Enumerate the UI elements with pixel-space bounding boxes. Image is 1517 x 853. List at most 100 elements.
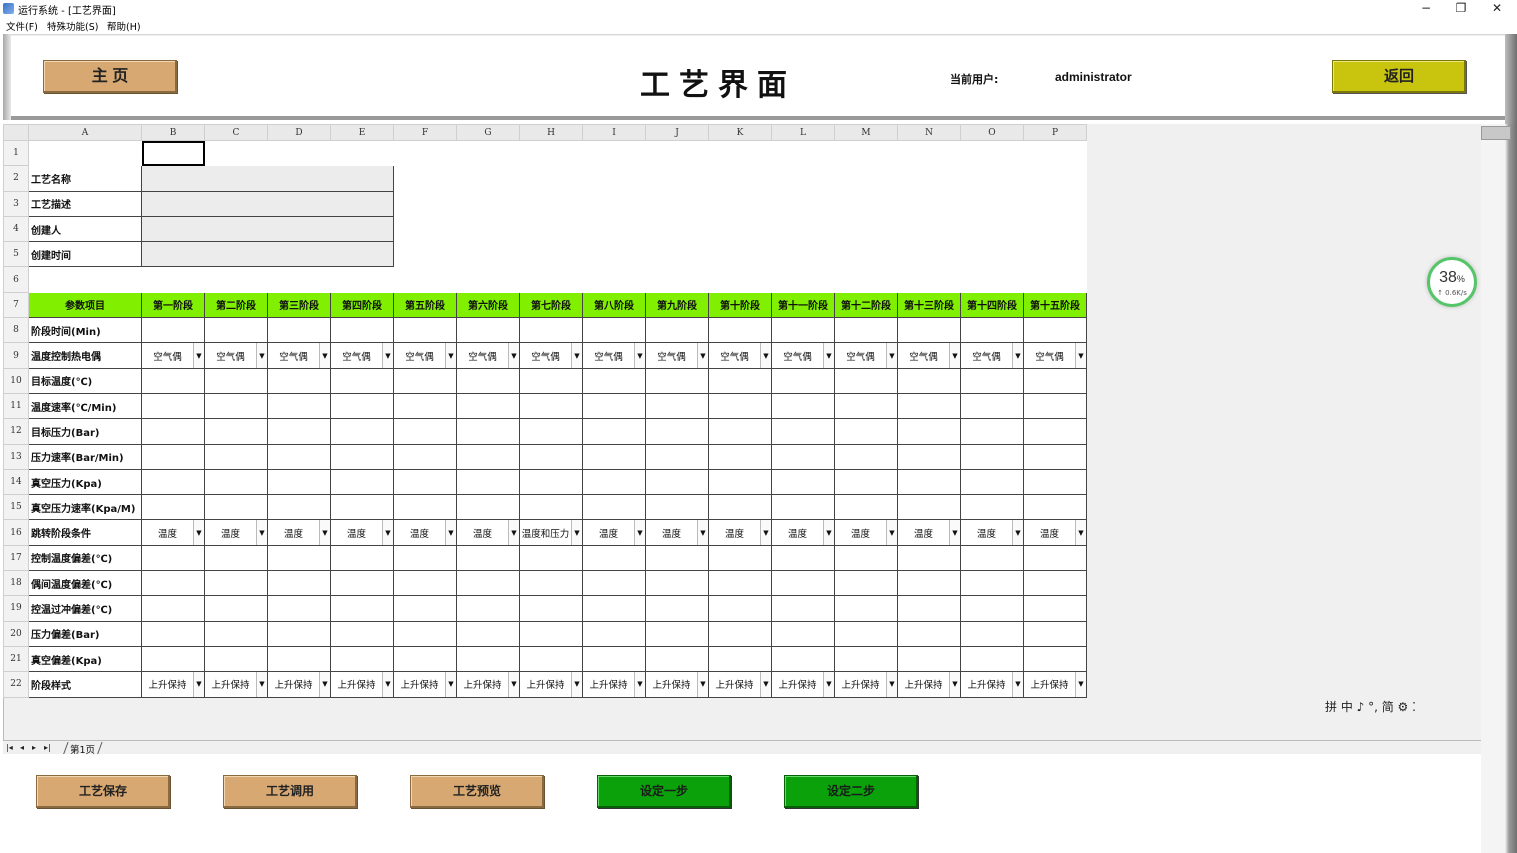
dropdown-arrow-icon[interactable]: ▼	[886, 520, 897, 545]
cell[interactable]	[330, 266, 394, 293]
dropdown[interactable]: 温度 ▼	[584, 520, 645, 545]
param-dropdown[interactable]: 上升保持 ▼	[141, 671, 205, 698]
dropdown[interactable]: 上升保持 ▼	[269, 672, 330, 697]
row-header[interactable]: 3	[3, 190, 29, 217]
cell[interactable]	[582, 241, 646, 267]
param-dropdown[interactable]: 空气偶 ▼	[519, 342, 583, 369]
param-cell[interactable]	[456, 620, 520, 647]
cell[interactable]	[393, 140, 457, 166]
column-header-a[interactable]: A	[28, 124, 142, 141]
param-cell[interactable]	[771, 620, 835, 647]
cell[interactable]	[708, 266, 772, 293]
param-cell[interactable]	[1023, 317, 1087, 344]
param-dropdown[interactable]: 空气偶 ▼	[1023, 342, 1087, 369]
param-cell[interactable]	[834, 494, 898, 521]
save-process-button[interactable]: 工艺保存	[36, 775, 170, 808]
param-cell[interactable]	[1023, 544, 1087, 572]
param-cell[interactable]	[141, 620, 205, 647]
info-input[interactable]	[141, 215, 394, 243]
param-dropdown[interactable]: 上升保持 ▼	[267, 671, 331, 698]
row-header[interactable]: 18	[3, 570, 29, 597]
cell[interactable]	[456, 191, 520, 217]
dropdown-arrow-icon[interactable]: ▼	[697, 343, 708, 368]
param-cell[interactable]	[708, 317, 772, 344]
cell[interactable]	[1023, 266, 1087, 293]
column-header-n[interactable]: N	[897, 124, 961, 141]
param-dropdown[interactable]: 空气偶 ▼	[267, 342, 331, 369]
cell[interactable]	[960, 191, 1024, 217]
param-dropdown[interactable]: 空气偶 ▼	[897, 342, 961, 369]
param-cell[interactable]	[267, 544, 331, 572]
param-cell[interactable]	[519, 544, 583, 572]
param-cell[interactable]	[519, 367, 583, 394]
dropdown[interactable]: 空气偶 ▼	[584, 343, 645, 368]
cell[interactable]	[1023, 191, 1087, 217]
param-cell[interactable]	[708, 443, 772, 470]
param-cell[interactable]	[582, 443, 646, 470]
row-header[interactable]: 16	[3, 519, 29, 546]
cell[interactable]	[456, 216, 520, 242]
param-cell[interactable]	[708, 418, 772, 445]
param-cell[interactable]	[897, 317, 961, 344]
param-dropdown[interactable]: 上升保持 ▼	[771, 671, 835, 698]
dropdown[interactable]: 上升保持 ▼	[521, 672, 582, 697]
param-dropdown[interactable]: 空气偶 ▼	[141, 342, 205, 369]
dropdown-arrow-icon[interactable]: ▼	[697, 520, 708, 545]
selected-cell[interactable]	[141, 139, 205, 167]
dropdown-arrow-icon[interactable]: ▼	[823, 672, 834, 697]
param-cell[interactable]	[519, 645, 583, 673]
cell[interactable]	[267, 140, 331, 166]
cell[interactable]	[582, 165, 646, 192]
dropdown[interactable]: 空气偶 ▼	[1025, 343, 1086, 368]
param-cell[interactable]	[330, 494, 394, 521]
param-cell[interactable]	[897, 494, 961, 521]
cell[interactable]	[28, 266, 142, 293]
cell[interactable]	[1023, 241, 1087, 267]
dropdown[interactable]: 温度 ▼	[1025, 520, 1086, 545]
home-button[interactable]: 主 页	[43, 60, 177, 93]
cell[interactable]	[834, 140, 898, 166]
close-button[interactable]: ✕	[1479, 0, 1515, 17]
cell[interactable]	[519, 266, 583, 293]
param-dropdown[interactable]: 温度 ▼	[960, 519, 1024, 546]
info-input[interactable]	[141, 165, 394, 192]
param-dropdown[interactable]: 温度 ▼	[582, 519, 646, 546]
param-cell[interactable]	[960, 544, 1024, 572]
cell[interactable]	[645, 165, 709, 192]
param-cell[interactable]	[1023, 620, 1087, 647]
param-cell[interactable]	[1023, 443, 1087, 470]
cell[interactable]	[708, 191, 772, 217]
param-cell[interactable]	[141, 317, 205, 344]
column-header-f[interactable]: F	[393, 124, 457, 141]
cell[interactable]	[960, 140, 1024, 166]
row-header[interactable]: 17	[3, 544, 29, 572]
param-cell[interactable]	[834, 595, 898, 622]
column-header-m[interactable]: M	[834, 124, 898, 141]
param-cell[interactable]	[393, 468, 457, 496]
param-cell[interactable]	[897, 392, 961, 420]
row-header[interactable]: 21	[3, 645, 29, 673]
dropdown[interactable]: 温度 ▼	[458, 520, 519, 545]
param-dropdown[interactable]: 温度 ▼	[456, 519, 520, 546]
cell[interactable]	[771, 165, 835, 192]
param-cell[interactable]	[582, 494, 646, 521]
param-cell[interactable]	[393, 570, 457, 597]
dropdown[interactable]: 温度 ▼	[395, 520, 456, 545]
row-header[interactable]: 20	[3, 620, 29, 647]
dropdown[interactable]: 温度 ▼	[206, 520, 267, 545]
param-cell[interactable]	[1023, 367, 1087, 394]
cell[interactable]	[1023, 140, 1087, 166]
param-cell[interactable]	[645, 544, 709, 572]
param-cell[interactable]	[519, 392, 583, 420]
param-cell[interactable]	[1023, 468, 1087, 496]
cell[interactable]	[708, 165, 772, 192]
param-cell[interactable]	[960, 418, 1024, 445]
dropdown[interactable]: 上升保持 ▼	[584, 672, 645, 697]
param-cell[interactable]	[267, 645, 331, 673]
param-cell[interactable]	[645, 595, 709, 622]
param-dropdown[interactable]: 温度 ▼	[393, 519, 457, 546]
dropdown-arrow-icon[interactable]: ▼	[319, 672, 330, 697]
column-header-i[interactable]: I	[582, 124, 646, 141]
row-header[interactable]: 5	[3, 241, 29, 268]
dropdown[interactable]: 上升保持 ▼	[836, 672, 897, 697]
